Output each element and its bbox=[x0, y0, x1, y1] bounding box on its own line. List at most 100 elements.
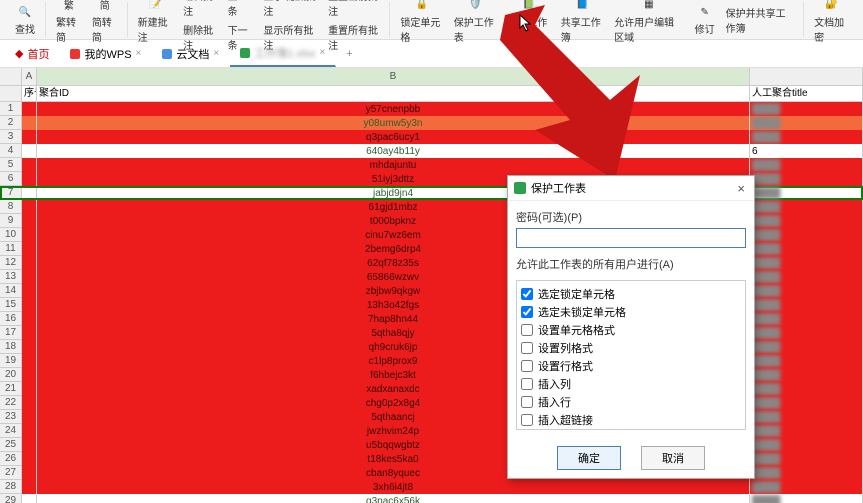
row-number[interactable]: 14 bbox=[0, 284, 22, 298]
row-number[interactable]: 3 bbox=[0, 130, 22, 144]
prev-note-button[interactable]: 上一条 bbox=[224, 0, 258, 20]
row-number[interactable]: 10 bbox=[0, 228, 22, 242]
edit-note-button[interactable]: 编辑批注 bbox=[179, 0, 222, 20]
revisions-button[interactable]: ✎ 修订 bbox=[690, 1, 720, 38]
cell-a[interactable] bbox=[22, 312, 37, 326]
cell-c[interactable]: ████ bbox=[750, 228, 863, 242]
table-row[interactable]: 4640ay4b11y6 bbox=[0, 144, 863, 158]
cell-c[interactable]: ████ bbox=[750, 256, 863, 270]
header-cell-b[interactable]: 聚合ID bbox=[37, 86, 750, 101]
cell-a[interactable] bbox=[22, 228, 37, 242]
row-number[interactable]: 17 bbox=[0, 326, 22, 340]
cell-c[interactable]: ████ bbox=[750, 354, 863, 368]
cell-c[interactable]: ████ bbox=[750, 270, 863, 284]
row-number[interactable]: 1 bbox=[0, 102, 22, 116]
cell-a[interactable] bbox=[22, 368, 37, 382]
cell-c[interactable]: ████ bbox=[750, 200, 863, 214]
cell-a[interactable] bbox=[22, 242, 37, 256]
permission-checkbox[interactable] bbox=[521, 360, 533, 372]
cell-a[interactable] bbox=[22, 102, 37, 116]
reset-note-button[interactable]: 重置当前批注 bbox=[324, 0, 384, 20]
share-book-button[interactable]: 📘 共享工作簿 bbox=[557, 0, 608, 46]
trad-simp-button[interactable]: 简 简转简 bbox=[88, 0, 122, 46]
table-row[interactable]: 29q3pac6x56k████ bbox=[0, 494, 863, 503]
row-number[interactable]: 15 bbox=[0, 298, 22, 312]
select-all-corner[interactable] bbox=[0, 68, 22, 85]
tab-workbook[interactable]: 工作簿1.xlsx× bbox=[230, 41, 336, 67]
cell-a[interactable] bbox=[22, 284, 37, 298]
row-number[interactable]: 16 bbox=[0, 312, 22, 326]
cell-a[interactable] bbox=[22, 466, 37, 480]
cell-c[interactable]: ████ bbox=[750, 116, 863, 130]
cell-a[interactable] bbox=[22, 186, 37, 200]
row-number[interactable]: 2 bbox=[0, 116, 22, 130]
cell-a[interactable] bbox=[22, 410, 37, 424]
cell-a[interactable] bbox=[22, 452, 37, 466]
row-number[interactable]: 21 bbox=[0, 382, 22, 396]
cell-c[interactable]: ████ bbox=[750, 340, 863, 354]
show-hide-note-button[interactable]: 显示/隐藏批注 bbox=[259, 0, 322, 20]
lock-cells-button[interactable]: 🔒 锁定单元格 bbox=[396, 0, 447, 46]
row-number[interactable]: 20 bbox=[0, 368, 22, 382]
table-row[interactable]: 5mhdajuntu████ bbox=[0, 158, 863, 172]
cell-a[interactable] bbox=[22, 396, 37, 410]
permission-checkbox[interactable] bbox=[521, 414, 533, 426]
cell-c[interactable]: ████ bbox=[750, 326, 863, 340]
cell-c[interactable]: ████ bbox=[750, 298, 863, 312]
doc-encrypt-button[interactable]: 🔐 文档加密 bbox=[810, 0, 853, 46]
row-number[interactable]: 8 bbox=[0, 200, 22, 214]
cell-b[interactable]: mhdajuntu bbox=[37, 158, 750, 172]
cell-c[interactable]: ████ bbox=[750, 438, 863, 452]
tab-cloud[interactable]: 云文档× bbox=[152, 42, 230, 66]
cell-c[interactable]: ████ bbox=[750, 396, 863, 410]
row-number[interactable]: 25 bbox=[0, 438, 22, 452]
cell-c[interactable]: ████ bbox=[750, 480, 863, 494]
table-row[interactable]: 2 y08umw5y3n████ bbox=[0, 116, 863, 130]
permission-checkbox[interactable] bbox=[521, 306, 533, 318]
cell-b[interactable]: y08umw5y3n bbox=[37, 116, 750, 130]
permission-checkbox[interactable] bbox=[521, 342, 533, 354]
row-number[interactable]: 4 bbox=[0, 144, 22, 158]
row-number[interactable] bbox=[0, 86, 22, 101]
close-icon[interactable]: × bbox=[213, 48, 219, 59]
tab-mywps[interactable]: 我的WPS× bbox=[60, 42, 152, 66]
find-button[interactable]: 🔍 查找 bbox=[10, 1, 40, 38]
permission-item[interactable]: 设置行格式 bbox=[521, 357, 741, 375]
col-header-c[interactable] bbox=[750, 68, 863, 85]
cell-c[interactable]: ████ bbox=[750, 284, 863, 298]
cell-a[interactable] bbox=[22, 326, 37, 340]
cell-a[interactable] bbox=[22, 382, 37, 396]
cell-a[interactable] bbox=[22, 340, 37, 354]
header-cell-a[interactable]: 序号 bbox=[22, 86, 37, 101]
permission-checkbox[interactable] bbox=[521, 378, 533, 390]
cell-c[interactable]: ████ bbox=[750, 102, 863, 116]
permission-item[interactable]: 选定未锁定单元格 bbox=[521, 303, 741, 321]
cell-c[interactable]: ████ bbox=[750, 382, 863, 396]
cell-b[interactable]: y57cnenpbb bbox=[37, 102, 750, 116]
row-number[interactable]: 19 bbox=[0, 354, 22, 368]
cell-a[interactable] bbox=[22, 270, 37, 284]
cell-a[interactable] bbox=[22, 214, 37, 228]
cell-c[interactable]: ████ bbox=[750, 410, 863, 424]
cell-c[interactable]: ████ bbox=[750, 466, 863, 480]
cell-a[interactable] bbox=[22, 438, 37, 452]
cancel-button[interactable]: 取消 bbox=[641, 446, 705, 470]
protect-book-button[interactable]: 📗 保护工作簿 bbox=[503, 0, 554, 46]
permission-item[interactable]: 插入行 bbox=[521, 393, 741, 411]
cell-a[interactable] bbox=[22, 158, 37, 172]
cell-a[interactable] bbox=[22, 172, 37, 186]
cell-c[interactable]: ████ bbox=[750, 214, 863, 228]
row-number[interactable]: 12 bbox=[0, 256, 22, 270]
close-icon[interactable]: × bbox=[734, 181, 748, 196]
row-number[interactable]: 6 bbox=[0, 172, 22, 186]
simp-trad-button[interactable]: 繁 繁转简 bbox=[52, 0, 86, 46]
row-number[interactable]: 18 bbox=[0, 340, 22, 354]
close-icon[interactable]: × bbox=[136, 48, 142, 59]
table-row[interactable]: 283xh6i4jt8████ bbox=[0, 480, 863, 494]
table-row[interactable]: 3q3pac6ucy1████ bbox=[0, 130, 863, 144]
cell-a[interactable] bbox=[22, 130, 37, 144]
tab-add[interactable]: + bbox=[336, 44, 363, 64]
row-number[interactable]: 23 bbox=[0, 410, 22, 424]
row-number[interactable]: 9 bbox=[0, 214, 22, 228]
permission-item[interactable]: 删除列 bbox=[521, 429, 741, 430]
